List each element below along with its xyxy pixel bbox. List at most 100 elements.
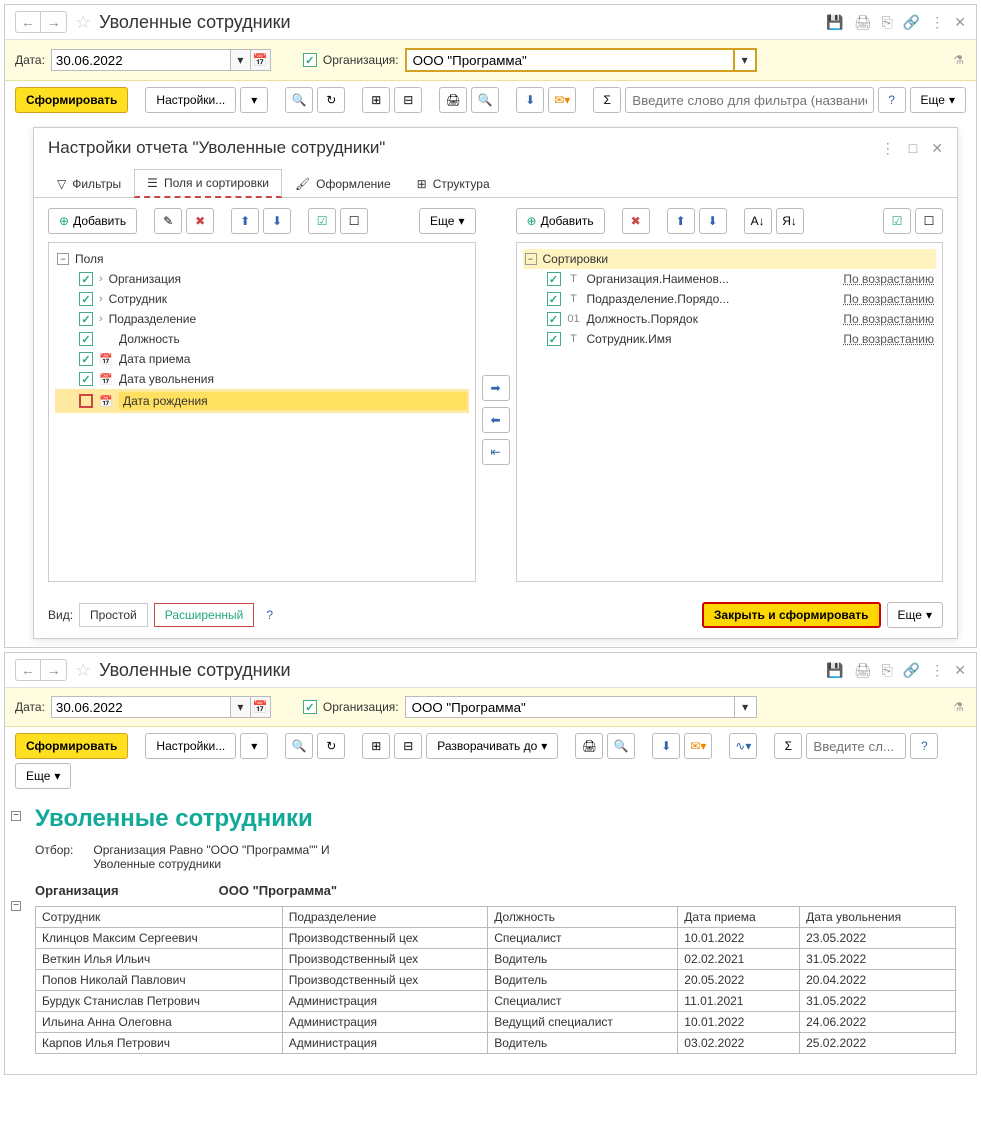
dialog-close-icon[interactable]: ✕ <box>931 140 943 157</box>
org-checkbox[interactable]: ✓ <box>303 53 317 67</box>
tab-format[interactable]: 🖌Оформление <box>282 169 404 198</box>
fields-tree[interactable]: − Поля ✓ › Организация ✓ › Сотрудник ✓ <box>48 242 476 582</box>
print-icon[interactable]: 🖨 <box>854 662 872 679</box>
check-all-button[interactable]: ☑ <box>308 208 336 234</box>
more-button[interactable]: Еще ▾ <box>910 87 966 113</box>
print-button[interactable]: 🖨 <box>439 87 467 113</box>
field-checkbox[interactable]: ✓ <box>79 352 93 366</box>
fields-more-button[interactable]: Еще ▾ <box>419 208 475 234</box>
sort-checkbox[interactable]: ✓ <box>547 272 561 286</box>
print-preview-button[interactable]: 🔍 <box>471 87 499 113</box>
favorite-star-icon[interactable]: ☆ <box>75 660 91 681</box>
table-row[interactable]: Попов Николай ПавловичПроизводственный ц… <box>36 970 956 991</box>
date-input[interactable] <box>51 696 231 718</box>
field-row-selected[interactable]: 📅 Дата рождения <box>55 389 469 413</box>
move-left-button[interactable]: ⬅ <box>482 407 510 433</box>
date-input[interactable] <box>51 49 231 71</box>
sort-row[interactable]: ✓ 01 Должность.Порядок По возрастанию <box>523 309 937 329</box>
collapse-tree-button[interactable]: ⊟ <box>394 87 422 113</box>
field-checkbox[interactable]: ✓ <box>79 332 93 346</box>
add-field-button[interactable]: ⊕ Добавить <box>48 208 137 234</box>
save-icon[interactable]: 💾 <box>826 662 843 679</box>
field-checkbox[interactable]: ✓ <box>79 292 93 306</box>
move-down-button[interactable]: ⬇ <box>263 208 291 234</box>
filter-funnel-icon[interactable]: ⚗ <box>953 53 964 67</box>
sort-order-link[interactable]: По возрастанию <box>843 292 934 306</box>
nav-back-button[interactable]: ← <box>15 11 41 33</box>
collapse-icon[interactable]: − <box>525 253 537 265</box>
sort-row[interactable]: ✓ T Подразделение.Порядо... По возрастан… <box>523 289 937 309</box>
sort-move-up-button[interactable]: ⬆ <box>667 208 695 234</box>
collapse-icon[interactable]: − <box>57 253 69 265</box>
field-row[interactable]: ✓ Должность <box>55 329 469 349</box>
org-input[interactable] <box>405 696 735 718</box>
expand-tree-button[interactable]: ⊞ <box>362 87 390 113</box>
search-next-button[interactable]: ↻ <box>317 733 345 759</box>
dialog-more-button[interactable]: Еще ▾ <box>887 602 943 628</box>
field-row[interactable]: ✓ › Сотрудник <box>55 289 469 309</box>
expand-arrow-icon[interactable]: › <box>99 273 103 285</box>
sort-order-link[interactable]: По возрастанию <box>843 332 934 346</box>
table-row[interactable]: Клинцов Максим СергеевичПроизводственный… <box>36 928 956 949</box>
org-input[interactable] <box>405 48 735 72</box>
field-checkbox[interactable]: ✓ <box>79 272 93 286</box>
table-row[interactable]: Веткин Илья ИльичПроизводственный цехВод… <box>36 949 956 970</box>
form-button[interactable]: Сформировать <box>15 733 128 759</box>
settings-button[interactable]: Настройки... <box>145 733 236 759</box>
close-icon[interactable]: ✕ <box>954 14 966 31</box>
uncheck-all-button[interactable]: ☐ <box>340 208 368 234</box>
outline-collapse-icon[interactable]: − <box>11 901 21 911</box>
add-sort-button[interactable]: ⊕ Добавить <box>516 208 605 234</box>
move-all-left-button[interactable]: ⇤ <box>482 439 510 465</box>
filter-funnel-icon[interactable]: ⚗ <box>953 700 964 714</box>
link-icon[interactable]: 🔗 <box>903 14 920 31</box>
table-row[interactable]: Бурдук Станислав ПетровичАдминистрацияСп… <box>36 991 956 1012</box>
sort-check-all-button[interactable]: ☑ <box>883 208 911 234</box>
print-button[interactable]: 🖨 <box>575 733 603 759</box>
filter-search-input[interactable] <box>806 733 906 759</box>
delete-sort-button[interactable]: ✖ <box>622 208 650 234</box>
nav-forward-button[interactable]: → <box>41 659 67 681</box>
collapse-tree-button[interactable]: ⊟ <box>394 733 422 759</box>
table-row[interactable]: Ильина Анна ОлеговнаАдминистрацияВедущий… <box>36 1012 956 1033</box>
sort-asc-button[interactable]: A↓ <box>744 208 772 234</box>
sort-checkbox[interactable]: ✓ <box>547 332 561 346</box>
save-file-button[interactable]: ⬇ <box>652 733 680 759</box>
save-icon[interactable]: 💾 <box>826 14 843 31</box>
view-simple-button[interactable]: Простой <box>79 603 148 627</box>
favorite-star-icon[interactable]: ☆ <box>75 12 91 33</box>
field-row[interactable]: ✓ 📅 Дата приема <box>55 349 469 369</box>
dialog-maximize-icon[interactable]: □ <box>909 140 917 157</box>
tab-structure[interactable]: ⊞Структура <box>404 169 503 198</box>
pin-button[interactable]: ∿▾ <box>729 733 757 759</box>
more-menu-icon[interactable]: ⋮ <box>930 14 944 31</box>
save-file-button[interactable]: ⬇ <box>516 87 544 113</box>
settings-dropdown-button[interactable]: ▾ <box>240 87 268 113</box>
view-extended-button[interactable]: Расширенный <box>154 603 255 627</box>
date-dropdown-icon[interactable]: ▾ <box>231 696 251 718</box>
table-row[interactable]: Карпов Илья ПетровичАдминистрацияВодител… <box>36 1033 956 1054</box>
org-dropdown-icon[interactable]: ▾ <box>735 696 757 718</box>
field-row[interactable]: ✓ › Организация <box>55 269 469 289</box>
more-button[interactable]: Еще ▾ <box>15 763 71 789</box>
org-checkbox[interactable]: ✓ <box>303 700 317 714</box>
sorts-tree[interactable]: − Сортировки ✓ T Организация.Наименов...… <box>516 242 944 582</box>
settings-button[interactable]: Настройки... <box>145 87 236 113</box>
move-up-button[interactable]: ⬆ <box>231 208 259 234</box>
more-menu-icon[interactable]: ⋮ <box>930 662 944 679</box>
field-row[interactable]: ✓ › Подразделение <box>55 309 469 329</box>
email-button[interactable]: ✉▾ <box>684 733 712 759</box>
tab-fields[interactable]: ☰Поля и сортировки <box>134 169 282 198</box>
sort-row[interactable]: ✓ T Организация.Наименов... По возрастан… <box>523 269 937 289</box>
expand-tree-button[interactable]: ⊞ <box>362 733 390 759</box>
search-button[interactable]: 🔍 <box>285 733 313 759</box>
nav-back-button[interactable]: ← <box>15 659 41 681</box>
date-calendar-icon[interactable]: 📅 <box>251 49 271 71</box>
export-icon[interactable]: ⎘ <box>882 14 893 31</box>
sort-order-link[interactable]: По возрастанию <box>843 312 934 326</box>
print-preview-button[interactable]: 🔍 <box>607 733 635 759</box>
field-checkbox-unchecked[interactable] <box>79 394 93 408</box>
sum-button[interactable]: Σ <box>593 87 621 113</box>
field-checkbox[interactable]: ✓ <box>79 372 93 386</box>
nav-forward-button[interactable]: → <box>41 11 67 33</box>
